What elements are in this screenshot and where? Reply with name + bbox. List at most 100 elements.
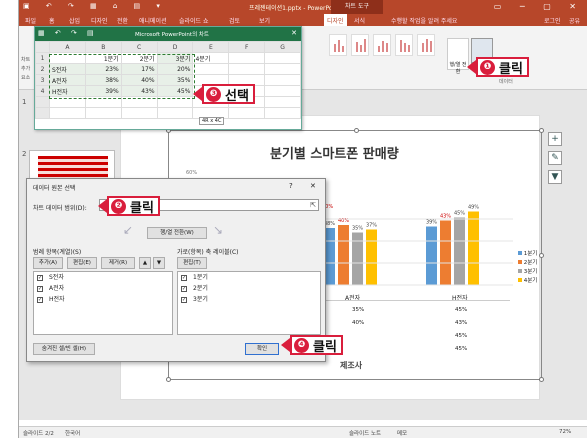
switch-row-column-button[interactable]: 행/열 전환(W) [147,227,207,239]
column-header[interactable]: B [84,41,122,53]
chart-side-tools: + ✎ ▼ [548,132,562,189]
bar[interactable] [366,229,377,286]
list-item[interactable]: ✓ 3분기 [178,294,320,305]
checkbox-icon: ✓ [181,275,187,281]
cell[interactable]: 4분기 [192,52,230,64]
row-header[interactable]: 1 [35,52,50,64]
chart-elements-button[interactable]: + [548,132,562,146]
bar[interactable] [468,211,479,286]
chart-style-option[interactable] [329,34,347,56]
tab-design[interactable]: 디자인 [91,16,108,25]
column-header[interactable]: A [48,41,86,53]
ribbon-tabs: 파일 홈 삽입 디자인 전환 애니메이션 슬라이드 쇼 검토 보기 디자인 서식… [19,14,587,26]
chart-style-option[interactable] [417,34,435,56]
column-header[interactable]: F [228,41,266,53]
checkbox-icon: ✓ [37,297,43,303]
bar[interactable] [338,225,349,285]
remove-series-button[interactable]: 제거(R) [101,257,135,269]
chart-filters-button[interactable]: ▼ [548,170,562,184]
hidden-empty-cells-button[interactable]: 숨겨진 셀/빈 셀(H) [33,343,95,355]
cell[interactable] [264,63,301,75]
chart-tools-context-tab: 차트 도구 [331,0,383,14]
chart-styles-button[interactable]: ✎ [548,151,562,165]
tab-transitions[interactable]: 전환 [117,16,128,25]
add-series-button[interactable]: 추가(A) [33,257,63,269]
tab-chart-design[interactable]: 디자인 [324,14,347,26]
selected-range-marquee[interactable] [49,54,195,99]
row-header[interactable]: 3 [35,74,50,86]
comments-button[interactable]: 메모 [397,429,407,437]
chart-style-option[interactable] [373,34,391,56]
column-header[interactable]: G [264,41,301,53]
help-icon[interactable]: ? [289,182,293,190]
list-item[interactable]: ✓ 2분기 [178,283,320,294]
edit-series-button[interactable]: 편집(E) [67,257,97,269]
bar[interactable] [454,217,465,286]
x-axis-title: 제조사 [340,361,363,370]
data-table: 35% 40% 45% 43% 45% 45% [300,300,510,352]
tab-insert[interactable]: 삽입 [69,16,80,25]
tab-animations[interactable]: 애니메이션 [139,16,167,25]
cell[interactable] [264,85,301,97]
tab-review[interactable]: 검토 [229,16,240,25]
share-button[interactable]: 공유 [569,16,580,25]
table-row [35,107,301,119]
move-up-button[interactable]: ▲ [139,257,151,269]
window-controls[interactable]: ▭ ─ ▢ ✕ [494,2,584,11]
resize-handle[interactable] [166,377,171,382]
data-group-label: 데이터 [499,79,513,85]
series-list: ✓ S전자 ✓ A전자 ✓ H전자 [33,271,173,335]
checkbox-icon: ✓ [181,297,187,303]
tab-slideshow[interactable]: 슬라이드 쇼 [179,16,209,25]
sign-in-link[interactable]: 로그인 [544,16,561,25]
bar[interactable] [426,226,437,286]
excel-close-icon[interactable]: ✕ [291,29,297,37]
column-header[interactable]: E [192,41,230,53]
tell-me-search[interactable]: 수행할 작업을 알려 주세요 [391,16,457,25]
cell[interactable] [264,52,301,64]
data-table-cell: 35% [352,307,365,313]
ok-button[interactable]: 확인 [245,343,279,355]
list-item[interactable]: ✓ S전자 [34,272,172,283]
zoom-level[interactable]: 72% [559,429,571,435]
bar[interactable] [440,220,451,286]
cell[interactable] [228,63,266,75]
column-header[interactable]: D [156,41,194,53]
data-table-cell: 45% [455,307,468,313]
row-header[interactable]: 2 [35,63,50,75]
tab-home[interactable]: 홈 [49,16,55,25]
tab-file[interactable]: 파일 [25,16,36,25]
bar-group: 38% 40%35% 37% 39%43% 45%49%20% [322,204,479,285]
bar[interactable] [352,232,363,286]
close-icon[interactable]: ✕ [310,182,316,190]
corner-cell[interactable] [35,41,50,53]
chart-legend: 1분기 2분기 3분기 4분기 [518,250,537,286]
range-picker-icon[interactable]: ⇱ [310,201,316,209]
data-table-cell: 43% [455,320,468,326]
excel-title-bar: ▦ ↶ ↷ ▤ Microsoft PowerPoint의 차트 ✕ [35,27,301,41]
resize-handle[interactable] [539,128,544,133]
row-header[interactable]: 4 [35,85,50,97]
cell[interactable] [264,74,301,86]
list-item[interactable]: ✓ A전자 [34,283,172,294]
edit-axis-labels-button[interactable]: 편집(T) [177,257,207,269]
chart-title: 분기별 스마트폰 판매량 [270,147,399,162]
cell[interactable] [192,63,230,75]
tab-view[interactable]: 보기 [259,16,270,25]
list-item[interactable]: ✓ 1분기 [178,272,320,283]
chart-style-option[interactable] [395,34,413,56]
column-header[interactable]: C [120,41,158,53]
notes-button[interactable]: 슬라이드 노트 [349,429,381,437]
excel-quick-access[interactable]: ▦ ↶ ↷ ▤ [38,29,98,37]
cell[interactable] [228,52,266,64]
resize-handle[interactable] [539,377,544,382]
switch-row-column-button[interactable]: 행/열 전환 [447,38,469,75]
quick-access-toolbar[interactable]: ▣ ↶ ↷ ▦ ⌂ ▤ ▾ [23,2,167,10]
resize-handle[interactable] [354,128,359,133]
data-label: 39% [426,220,437,226]
list-item[interactable]: ✓ H전자 [34,294,172,305]
add-chart-element-button[interactable]: 차트 추가 요소 [21,56,30,83]
tab-chart-format[interactable]: 서식 [354,16,365,25]
move-down-button[interactable]: ▼ [153,257,165,269]
chart-style-option[interactable] [351,34,369,56]
